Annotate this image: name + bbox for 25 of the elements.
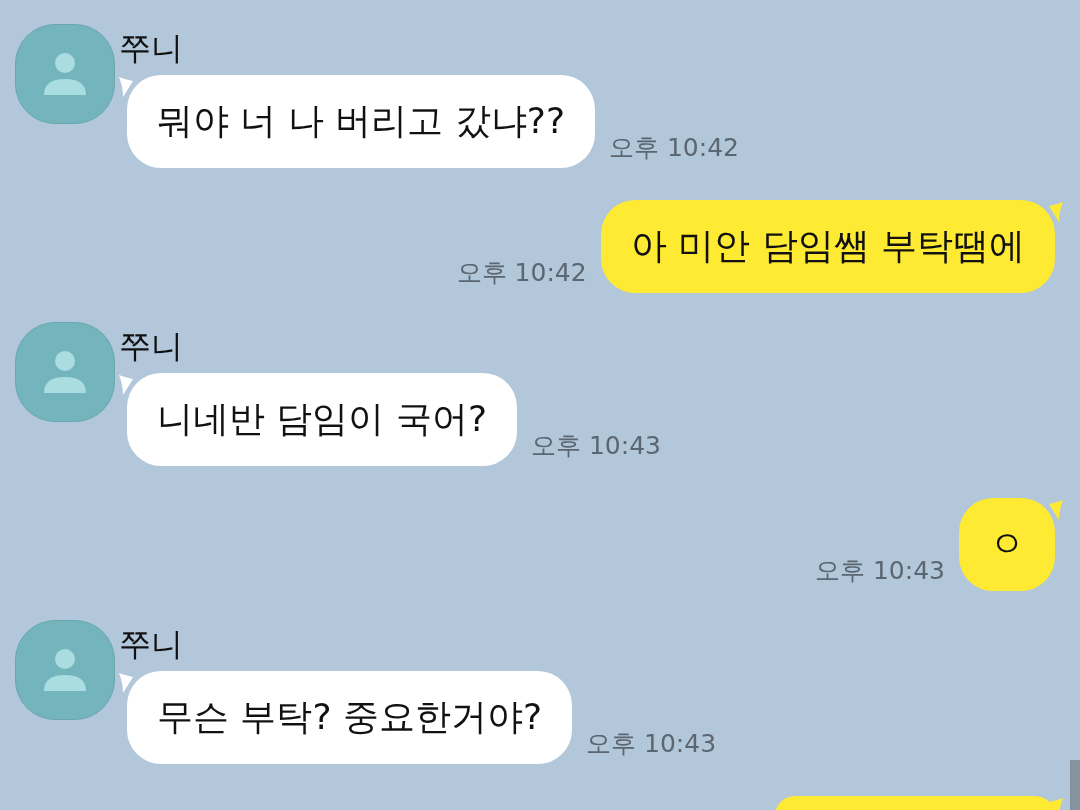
message-text: 아 미안 담임쌤 부탁땜에 (630, 224, 1025, 268)
sender-name: 쭈니 (119, 28, 184, 69)
bubble-tail (1049, 202, 1063, 222)
avatar[interactable] (15, 24, 115, 124)
scrollbar[interactable] (1070, 760, 1080, 810)
message-time: 오후 10:43 (815, 555, 945, 587)
message-text: 니네반 담임이 국어? (157, 397, 487, 441)
sender-name: 쭈니 (119, 326, 184, 367)
bubble-tail (119, 375, 133, 395)
message-text: ㅇ (989, 522, 1025, 566)
message-time: 오후 10:42 (609, 132, 739, 164)
bubble-tail (119, 77, 133, 97)
avatar[interactable] (15, 322, 115, 422)
sender-name: 쭈니 (119, 624, 184, 665)
message-text: 뭐야 너 나 버리고 갔냐?? (157, 99, 565, 143)
avatar[interactable] (15, 620, 115, 720)
message-time: 오후 10:42 (456, 257, 587, 289)
bubble-tail (1049, 500, 1063, 520)
bubble-tail (119, 673, 133, 693)
person-icon (42, 349, 88, 395)
person-icon (42, 51, 88, 97)
message-text: 무슨 부탁? 중요한거야? (157, 695, 543, 739)
person-icon (42, 647, 88, 693)
message-time: 오후 10:43 (586, 728, 717, 760)
message-time: 오후 10:43 (531, 430, 661, 462)
